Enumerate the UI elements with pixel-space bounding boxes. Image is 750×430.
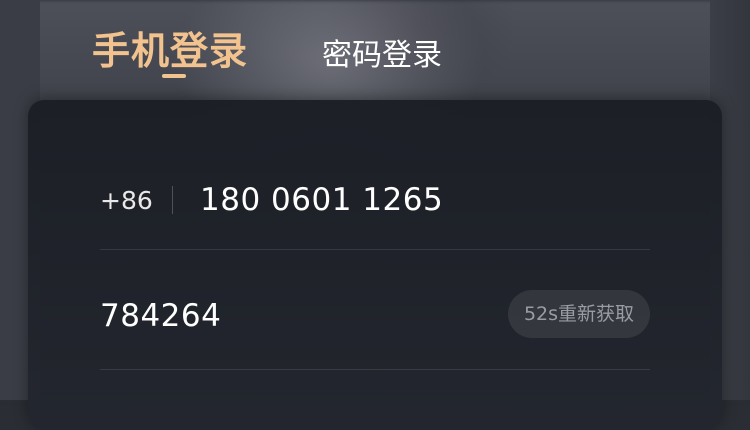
resend-code-button[interactable]: 52s重新获取 [508,290,650,338]
tab-password-login[interactable]: 密码登录 [322,30,442,74]
phone-number-input[interactable] [200,180,580,220]
phone-number-row: +86 [100,150,650,250]
active-tab-indicator [162,74,186,78]
code-row-divider [100,369,650,370]
country-code-divider [172,186,173,214]
verification-code-input[interactable] [100,296,460,336]
verification-code-row: 52s重新获取 [100,250,650,370]
country-code-selector[interactable]: +86 [100,186,153,215]
tab-phone-login[interactable]: 手机登录 [92,20,248,75]
login-tabs: 手机登录 密码登录 [0,0,750,90]
